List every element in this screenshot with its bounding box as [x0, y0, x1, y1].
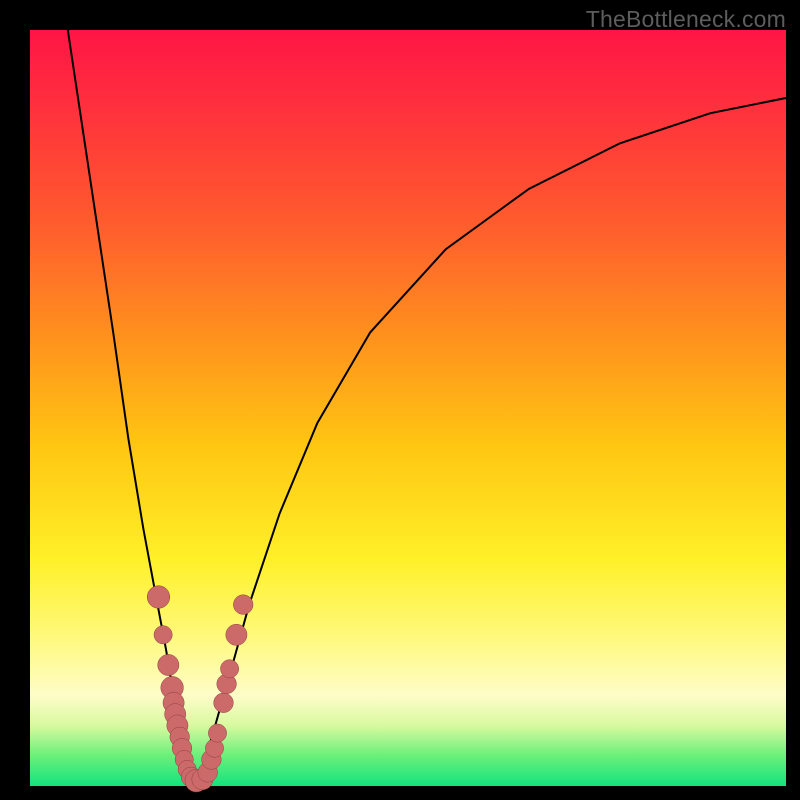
data-marker: [147, 586, 170, 609]
attribution-label: TheBottleneck.com: [586, 6, 786, 33]
data-marker: [221, 660, 239, 678]
marker-group: [147, 586, 253, 792]
data-marker: [214, 693, 234, 713]
data-marker: [158, 654, 179, 675]
chart-frame: TheBottleneck.com: [0, 0, 800, 800]
plot-area: [30, 30, 786, 786]
data-marker: [226, 624, 247, 645]
curve-right-branch: [196, 98, 786, 778]
data-marker: [233, 595, 253, 615]
data-marker: [208, 724, 226, 742]
data-marker: [154, 626, 172, 644]
curve-layer: [30, 30, 786, 786]
